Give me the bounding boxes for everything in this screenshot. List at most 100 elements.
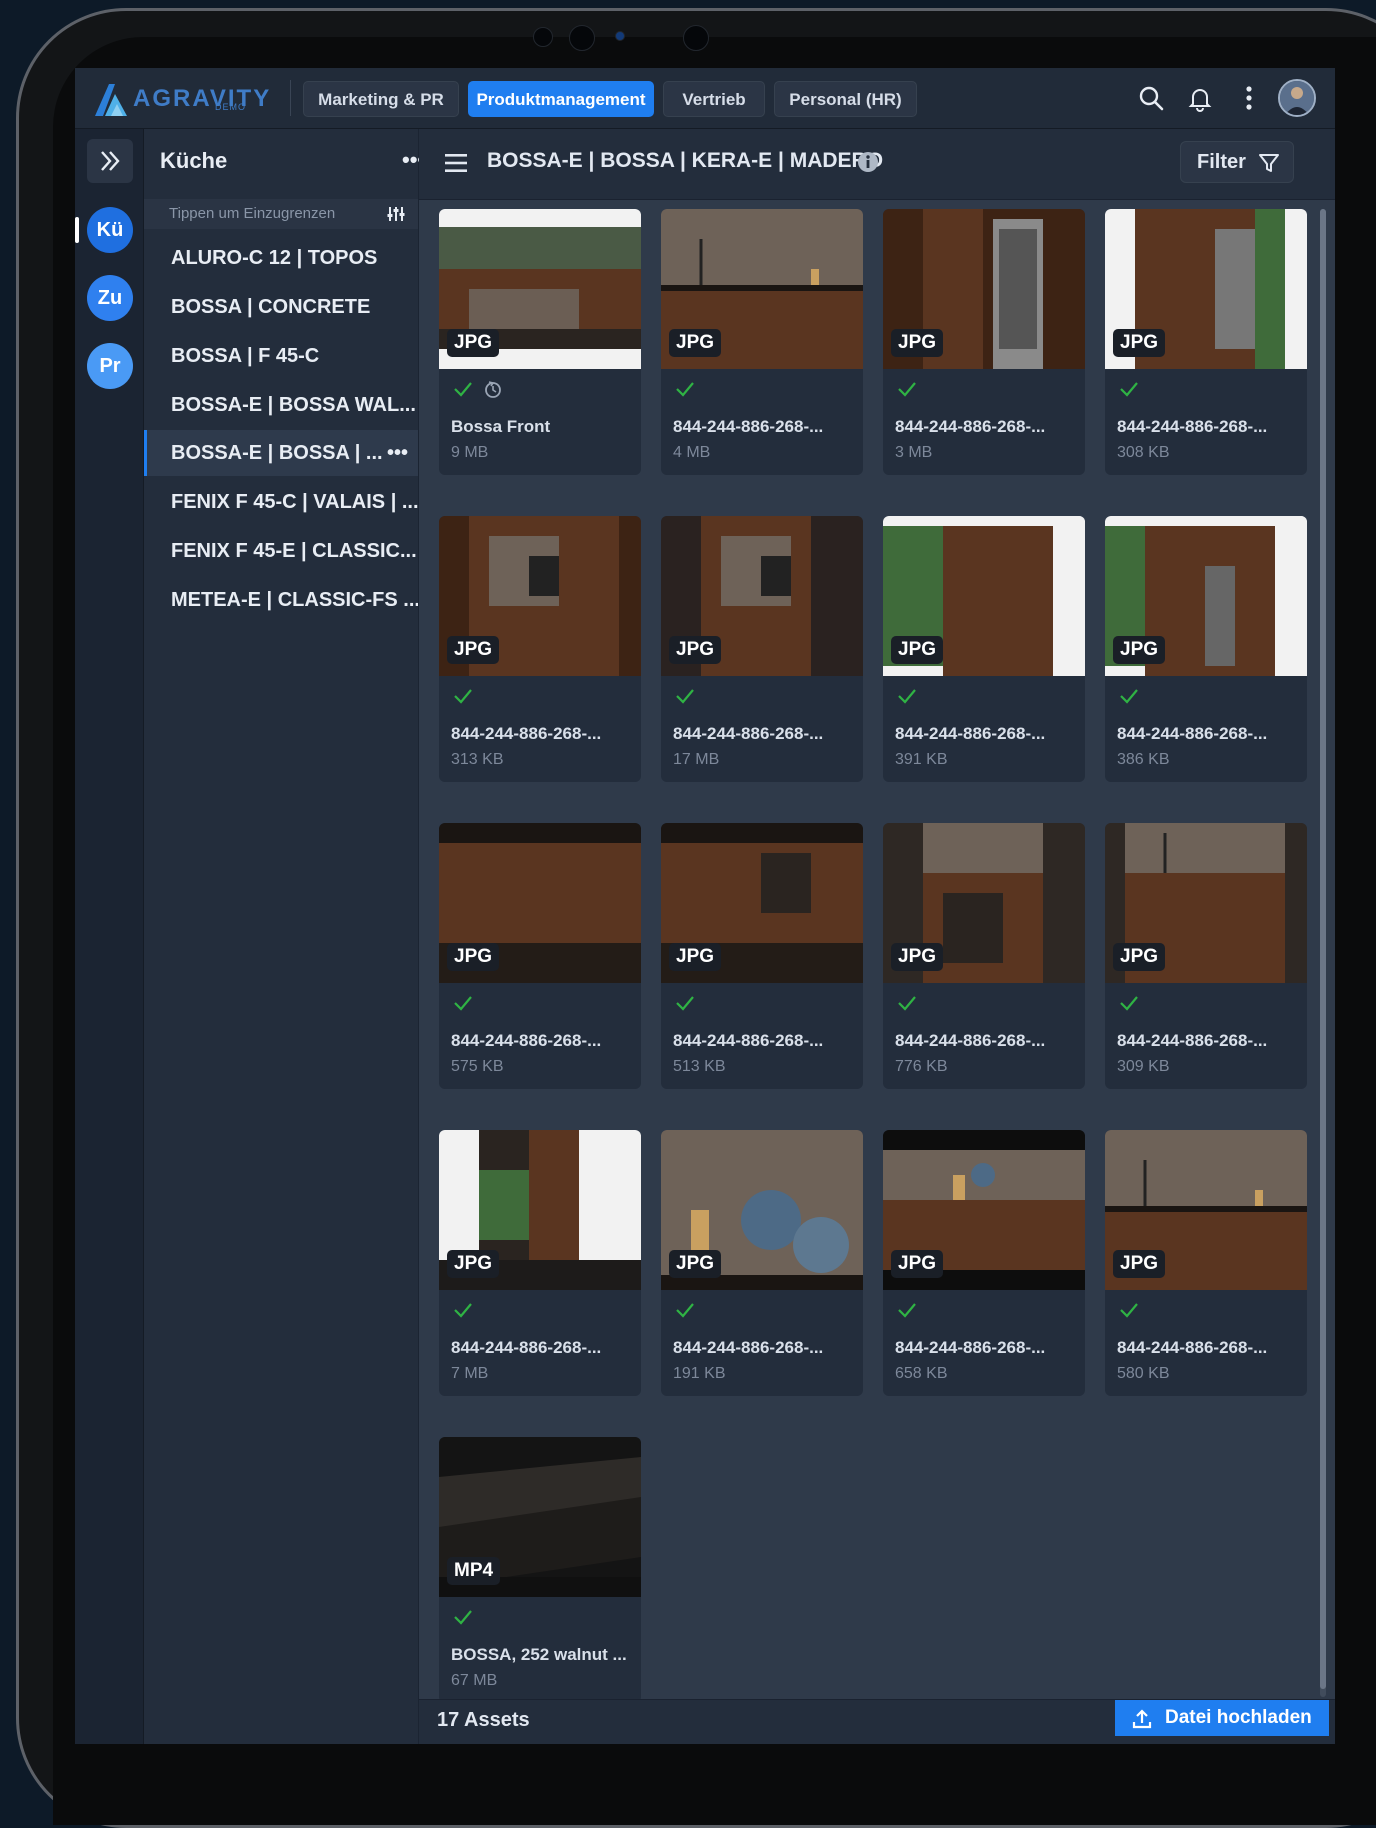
sliders-icon[interactable]	[386, 204, 406, 224]
file-type-badge: JPG	[1113, 329, 1166, 357]
asset-card[interactable]: JPG 844-244-886-268-... 580 KB	[1105, 1130, 1307, 1396]
asset-browser: BOSSA-E | BOSSA | KERA-E | MADERO Filter…	[419, 129, 1335, 1744]
asset-card[interactable]: JPG 844-244-886-268-... 308 KB	[1105, 209, 1307, 475]
sidebar-item-metea-e[interactable]: METEA-E | CLASSIC-FS ...	[144, 577, 418, 623]
check-icon	[676, 382, 694, 397]
check-icon	[454, 689, 472, 704]
file-type-badge: JPG	[891, 1250, 944, 1278]
sensor-1	[533, 27, 553, 47]
file-type-badge: JPG	[1113, 636, 1166, 664]
asset-card[interactable]: JPG 844-244-886-268-... 7 MB	[439, 1130, 641, 1396]
sidebar-item-bossa-e-bossa[interactable]: BOSSA-E | BOSSA | ... •••	[144, 430, 418, 476]
rail-item-pr[interactable]: Pr	[87, 343, 133, 389]
bell-icon[interactable]	[1186, 84, 1214, 112]
asset-size: 308 KB	[1117, 444, 1170, 461]
tab-vertrieb[interactable]: Vertrieb	[663, 81, 765, 117]
asset-card[interactable]: JPG 844-244-886-268-... 313 KB	[439, 516, 641, 782]
asset-browser-footer: 17 Assets Datei hochladen	[419, 1699, 1335, 1744]
asset-card[interactable]: JPG 844-244-886-268-... 575 KB	[439, 823, 641, 1089]
kebab-menu-icon[interactable]	[1235, 84, 1263, 112]
asset-size: 9 MB	[451, 444, 489, 461]
agravity-logo[interactable]: AGRAVITY	[91, 80, 271, 118]
sensor-2	[569, 25, 595, 51]
asset-size: 776 KB	[895, 1058, 948, 1075]
collection-sidebar: Küche ••• Tippen um Einzugrenzen ALURO-C…	[144, 129, 425, 1744]
tab-produktmanagement[interactable]: Produktmanagement	[468, 81, 654, 117]
file-type-badge: MP4	[447, 1557, 501, 1585]
sidebar-item-bossa-e-walnut[interactable]: BOSSA-E | BOSSA WAL...	[144, 382, 418, 428]
expand-sidebar-button[interactable]	[87, 139, 133, 183]
rail-item-kueche[interactable]: Kü	[87, 207, 133, 253]
search-icon[interactable]	[1137, 84, 1165, 112]
camera-lens	[615, 31, 625, 41]
asset-size: 3 MB	[895, 444, 933, 461]
file-type-badge: JPG	[1113, 943, 1166, 971]
file-type-badge: JPG	[447, 636, 500, 664]
sidebar-filter-input[interactable]: Tippen um Einzugrenzen	[144, 199, 418, 229]
sensor-3	[683, 25, 709, 51]
asset-card[interactable]: JPG 844-244-886-268-... 513 KB	[661, 823, 863, 1089]
file-type-badge: JPG	[669, 636, 722, 664]
asset-name: 844-244-886-268-...	[673, 417, 824, 436]
upload-button-label: Datei hochladen	[1165, 1707, 1312, 1728]
workspace-rail: Kü Zu Pr	[75, 129, 144, 1744]
upload-file-button[interactable]: Datei hochladen	[1115, 1700, 1329, 1736]
asset-name: 844-244-886-268-...	[673, 1031, 824, 1050]
sidebar-item-label: BOSSA-E | BOSSA | ...	[171, 442, 383, 464]
check-icon	[454, 996, 472, 1011]
asset-size: 513 KB	[673, 1058, 726, 1075]
file-type-badge: JPG	[447, 329, 500, 357]
asset-card[interactable]: JPG Bossa Front 9 MB	[439, 209, 641, 475]
file-type-badge: JPG	[1113, 1250, 1166, 1278]
asset-size: 580 KB	[1117, 1365, 1170, 1382]
user-avatar[interactable]	[1278, 79, 1316, 117]
check-icon	[1120, 689, 1138, 704]
sidebar-item-bossa-f45c[interactable]: BOSSA | F 45-C	[144, 333, 418, 379]
asset-size: 4 MB	[673, 444, 711, 461]
check-icon	[1120, 382, 1138, 397]
asset-name: 844-244-886-268-...	[895, 417, 1046, 436]
file-type-badge: JPG	[669, 943, 722, 971]
check-icon	[454, 382, 472, 397]
asset-name: 844-244-886-268-...	[673, 1338, 824, 1357]
asset-card[interactable]: MP4 BOSSA, 252 walnut ... 67 MB	[439, 1437, 641, 1703]
file-type-badge: JPG	[447, 1250, 500, 1278]
tab-marketing-pr[interactable]: Marketing & PR	[303, 81, 459, 117]
rail-selection-indicator	[75, 217, 79, 243]
asset-card[interactable]: JPG 844-244-886-268-... 3 MB	[883, 209, 1085, 475]
sidebar-item-fenix-f45c[interactable]: FENIX F 45-C | VALAIS | ...	[144, 479, 418, 525]
asset-count: 17 Assets	[437, 1709, 530, 1731]
app-screen: AGRAVITY DEMO Marketing & PR Produktmana…	[75, 68, 1335, 1744]
asset-name: 844-244-886-268-...	[1117, 1338, 1268, 1357]
asset-size: 386 KB	[1117, 751, 1170, 768]
check-icon	[898, 996, 916, 1011]
logo-text: AGRAVITY	[133, 85, 272, 112]
sidebar-item-bossa-concrete[interactable]: BOSSA | CONCRETE	[144, 284, 418, 330]
asset-card[interactable]: JPG 844-244-886-268-... 776 KB	[883, 823, 1085, 1089]
asset-size: 575 KB	[451, 1058, 504, 1075]
asset-card[interactable]: JPG 844-244-886-268-... 386 KB	[1105, 516, 1307, 782]
asset-name: Bossa Front	[451, 417, 551, 436]
tab-personal-hr[interactable]: Personal (HR)	[774, 81, 917, 117]
agravity-logo-mark-icon	[95, 84, 127, 116]
asset-card[interactable]: JPG 844-244-886-268-... 4 MB	[661, 209, 863, 475]
check-icon	[676, 1303, 694, 1318]
asset-card[interactable]: JPG 844-244-886-268-... 658 KB	[883, 1130, 1085, 1396]
check-icon	[1120, 996, 1138, 1011]
check-icon	[454, 1610, 472, 1625]
file-type-badge: JPG	[891, 943, 944, 971]
asset-name: 844-244-886-268-...	[895, 1338, 1046, 1357]
asset-card[interactable]: JPG 844-244-886-268-... 191 KB	[661, 1130, 863, 1396]
file-type-badge: JPG	[669, 329, 722, 357]
asset-size: 391 KB	[895, 751, 948, 768]
asset-card[interactable]: JPG 844-244-886-268-... 391 KB	[883, 516, 1085, 782]
asset-grid: JPG Bossa Front 9 MB JPG 844-244-886-268-...…	[419, 129, 1335, 1703]
asset-size: 313 KB	[451, 751, 504, 768]
rail-item-zu[interactable]: Zu	[87, 275, 133, 321]
sidebar-item-fenix-f45e[interactable]: FENIX F 45-E | CLASSIC...	[144, 528, 418, 574]
sidebar-item-more-button[interactable]: •••	[387, 430, 408, 476]
asset-card[interactable]: JPG 844-244-886-268-... 17 MB	[661, 516, 863, 782]
sidebar-item-aluro[interactable]: ALURO-C 12 | TOPOS	[144, 235, 418, 281]
top-navigation-bar: AGRAVITY DEMO Marketing & PR Produktmana…	[75, 68, 1335, 129]
asset-card[interactable]: JPG 844-244-886-268-... 309 KB	[1105, 823, 1307, 1089]
